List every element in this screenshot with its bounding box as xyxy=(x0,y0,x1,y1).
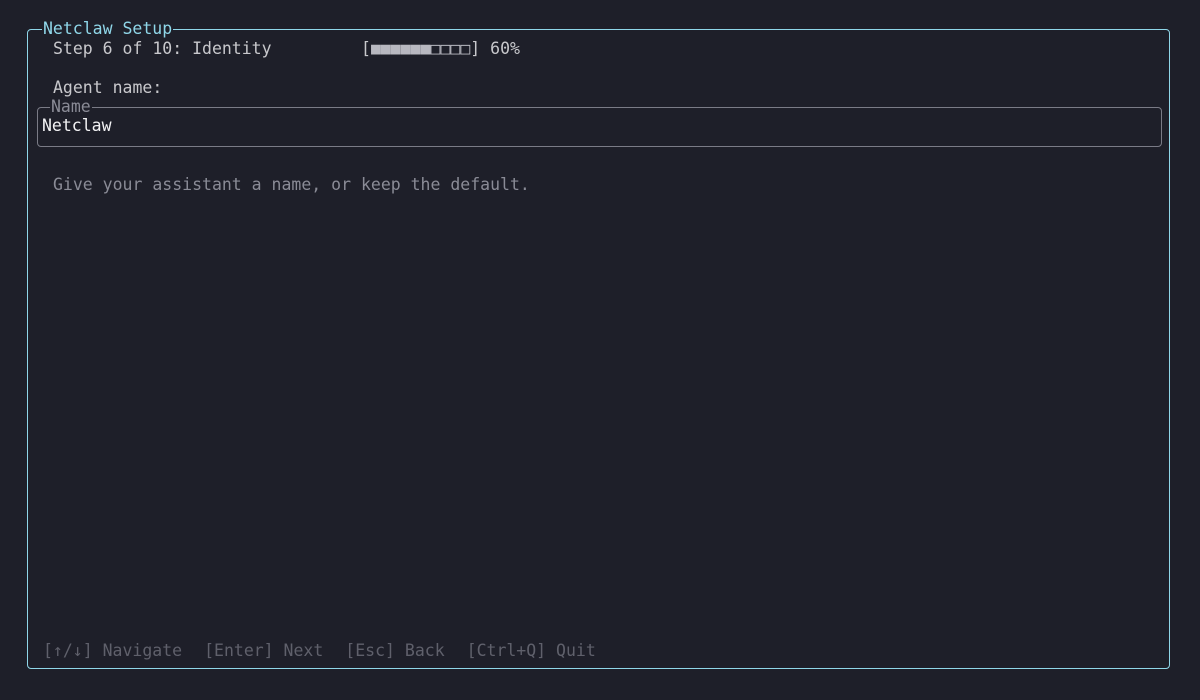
progress-bar: [■■■■■■□□□□] 60% xyxy=(361,39,520,59)
progress-empty: □□□□ xyxy=(430,39,471,58)
progress-filled: ■■■■■■ xyxy=(370,39,431,58)
help-text: Give your assistant a name, or keep the … xyxy=(53,175,530,194)
progress-bracket-close: ] xyxy=(470,39,481,58)
navigate-hint[interactable]: [↑/↓] Navigate xyxy=(43,641,182,660)
window-title: Netclaw Setup xyxy=(42,19,174,39)
agent-name-input[interactable]: Netclaw xyxy=(42,116,112,136)
agent-name-prompt: Agent name: xyxy=(53,78,163,97)
progress-percent: 60% xyxy=(490,39,520,58)
field-legend: Name xyxy=(50,97,92,117)
next-hint[interactable]: [Enter] Next xyxy=(204,641,323,660)
key-hints-bar: [↑/↓] Navigate [Enter] Next [Esc] Back [Ctr… xyxy=(43,641,618,661)
agent-name-field[interactable]: Name Netclaw xyxy=(37,97,1162,147)
progress-bracket-open: [ xyxy=(361,39,371,58)
step-indicator: Step 6 of 10: Identity xyxy=(53,39,272,58)
quit-hint[interactable]: [Ctrl+Q] Quit xyxy=(467,641,596,660)
back-hint[interactable]: [Esc] Back xyxy=(345,641,444,660)
setup-window: Netclaw Setup Step 6 of 10: Identity [■■… xyxy=(27,19,1170,669)
